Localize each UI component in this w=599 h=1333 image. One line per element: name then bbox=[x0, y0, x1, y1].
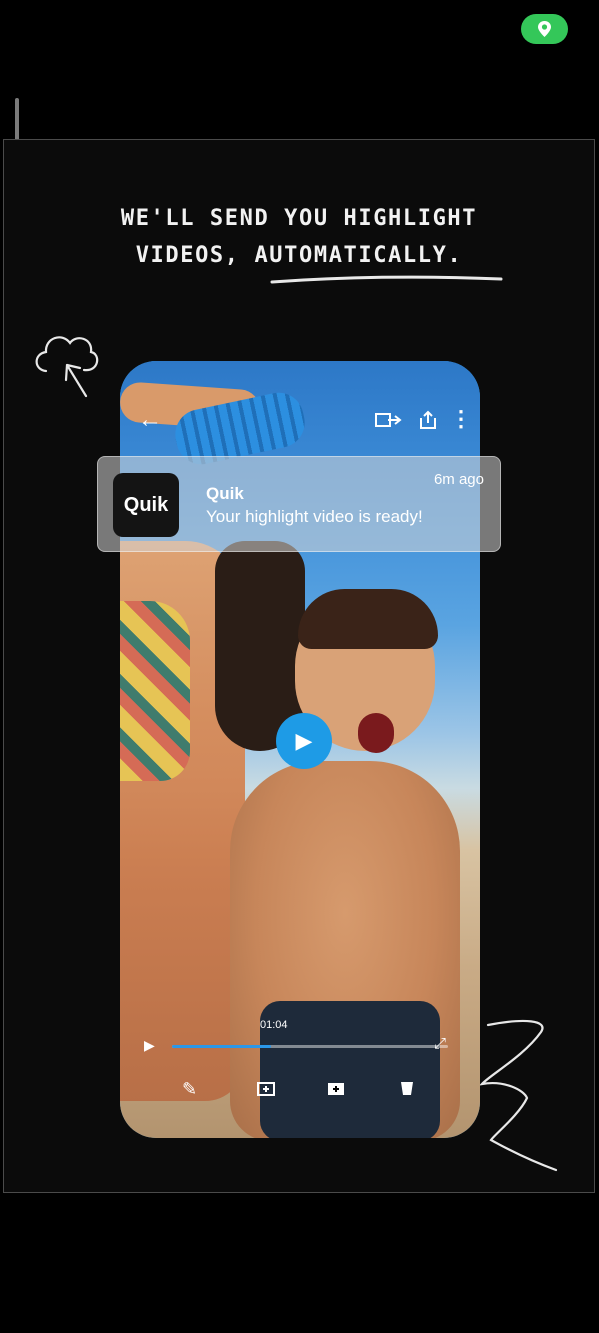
notification-time: 6m ago bbox=[433, 471, 484, 488]
edit-pencil-icon[interactable]: ✎ bbox=[182, 1079, 197, 1100]
photo-swimsuit bbox=[120, 601, 190, 781]
notification-app-name: Quik bbox=[206, 484, 244, 503]
location-indicator bbox=[521, 14, 568, 44]
progress-fill bbox=[172, 1045, 272, 1048]
onboarding-card: WE'LL SEND YOU HIGHLIGHT VIDEOS, AUTOMAT… bbox=[3, 139, 595, 1193]
add-media-icon[interactable] bbox=[256, 1079, 276, 1102]
progress-bar[interactable] bbox=[172, 1045, 448, 1048]
scrubber-play-icon[interactable]: ▶ bbox=[144, 1037, 155, 1054]
fullscreen-icon[interactable]: ⤢ bbox=[434, 1035, 446, 1052]
play-button[interactable]: ▶ bbox=[276, 713, 332, 769]
photo-boy-hair bbox=[298, 589, 438, 649]
more-vertical-icon[interactable]: ⋮ bbox=[450, 408, 472, 430]
share-icon[interactable] bbox=[417, 409, 439, 435]
headline-line-2: VIDEOS, AUTOMATICALLY. bbox=[135, 243, 463, 268]
mug-icon[interactable] bbox=[398, 1079, 416, 1102]
photo-boy-mouth bbox=[358, 713, 394, 753]
playback-time: 01:04 bbox=[260, 1019, 288, 1031]
quik-app-icon: Quik bbox=[113, 473, 179, 537]
cast-to-device-icon[interactable] bbox=[374, 409, 402, 435]
location-pin-icon bbox=[538, 21, 551, 37]
back-arrow-icon[interactable]: ← bbox=[138, 408, 162, 432]
headline-line-1: WE'LL SEND YOU HIGHLIGHT bbox=[120, 206, 478, 231]
add-clip-icon[interactable] bbox=[326, 1079, 346, 1102]
play-icon: ▶ bbox=[295, 728, 313, 753]
notification-banner[interactable]: Quik Quik Your highlight video is ready!… bbox=[97, 456, 501, 552]
headline: WE'LL SEND YOU HIGHLIGHT VIDEOS, AUTOMAT… bbox=[4, 200, 594, 274]
notification-message: Your highlight video is ready! bbox=[206, 507, 423, 526]
